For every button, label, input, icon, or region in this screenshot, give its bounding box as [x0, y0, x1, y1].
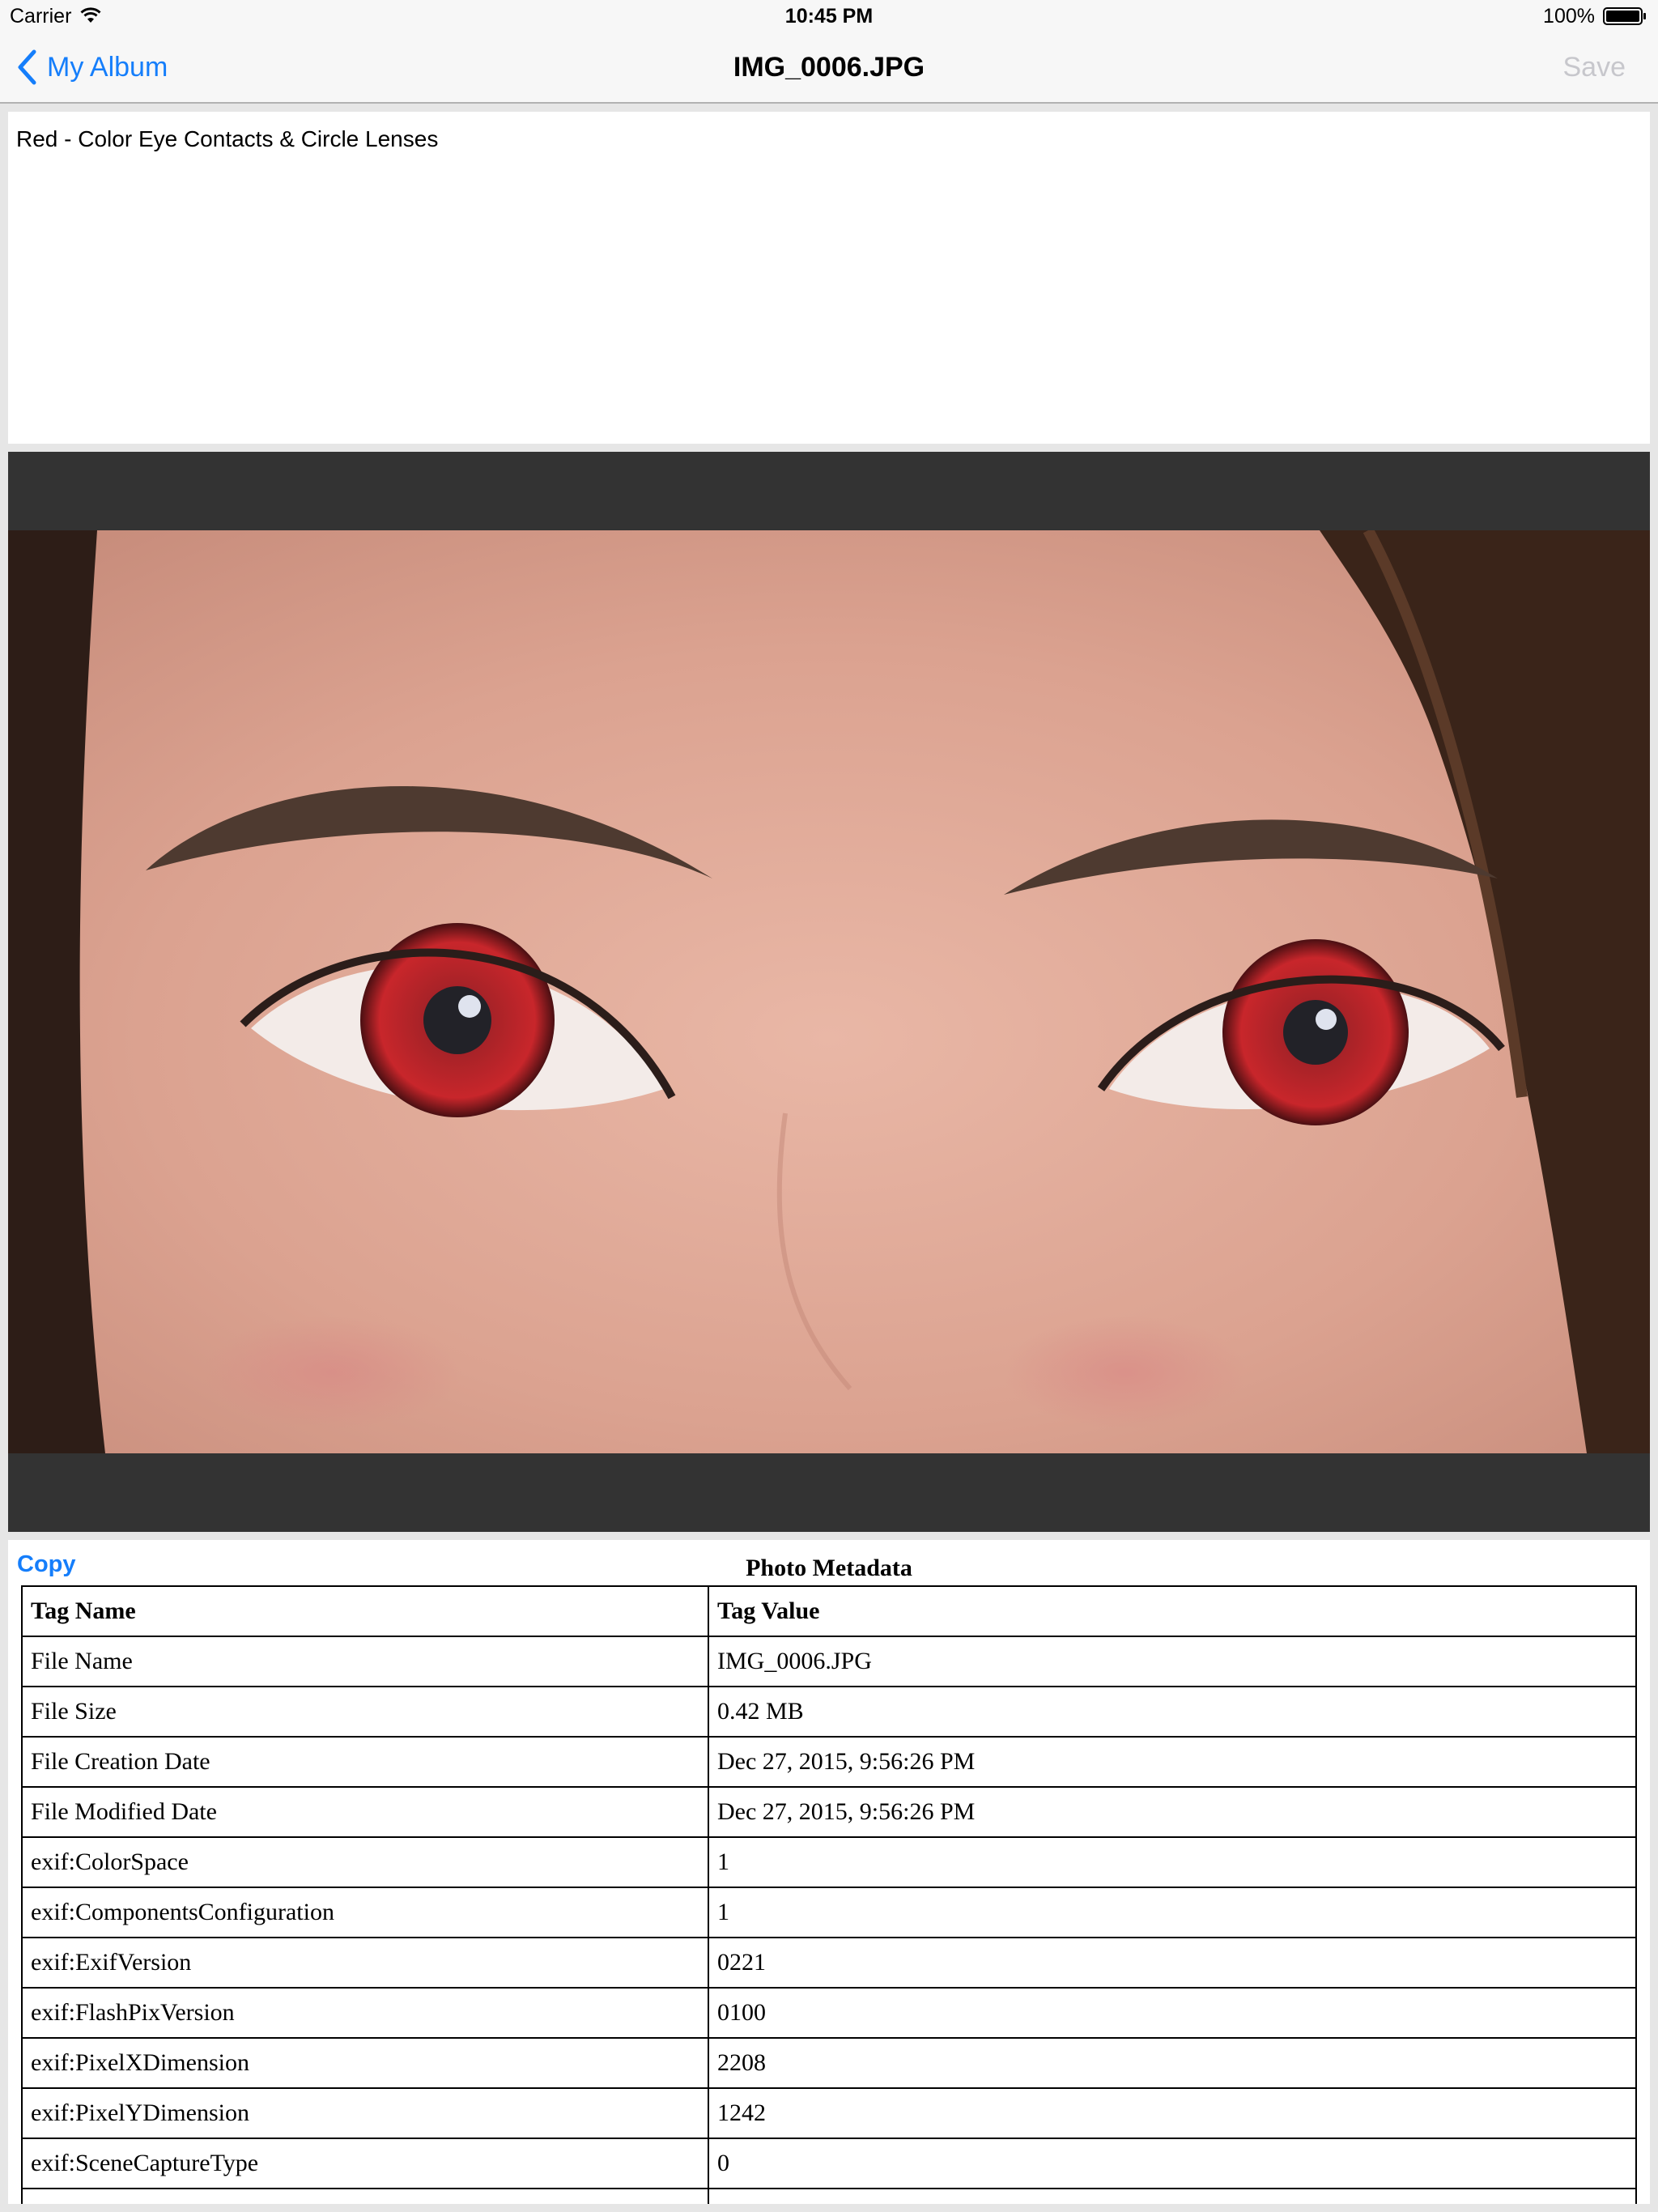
table-row: exif:FlashPixVersion 0100 — [21, 1987, 1637, 2039]
table-header-row: Tag Name Tag Value — [21, 1585, 1637, 1637]
tag-name-cell: exif:FlashPixVersion — [21, 1987, 709, 2039]
tag-value-cell: IMG_0006.JPG — [708, 1636, 1637, 1687]
battery-percent: 100% — [1543, 5, 1595, 28]
table-row: File Modified Date Dec 27, 2015, 9:56:26 … — [21, 1786, 1637, 1838]
tag-value-cell: Dec 27, 2015, 9:56:26 PM — [708, 1786, 1637, 1838]
navigation-bar: My Album IMG_0006.JPG Save — [0, 32, 1658, 104]
table-row: exif:PixelYDimension 1242 — [21, 2087, 1637, 2139]
photo-illustration — [8, 530, 1650, 1453]
tag-value-cell: 1 — [708, 1887, 1637, 1938]
tag-value-cell: 1242 — [708, 2087, 1637, 2139]
clock: 10:45 PM — [784, 5, 874, 28]
table-row: exif:ExifVersion 0221 — [21, 1937, 1637, 1989]
tag-name-cell — [21, 2188, 709, 2204]
photo-viewer[interactable] — [8, 452, 1650, 1532]
tag-name-cell: exif:SceneCaptureType — [21, 2138, 709, 2189]
photo-image — [8, 530, 1650, 1453]
tag-value-cell: 2208 — [708, 2037, 1637, 2089]
table-row: exif:SceneCaptureType 0 — [21, 2138, 1637, 2189]
tag-name-cell: File Name — [21, 1636, 709, 1687]
tag-name-cell: exif:ExifVersion — [21, 1937, 709, 1989]
tag-value-cell: 0 — [708, 2138, 1637, 2189]
tag-value-cell: 0221 — [708, 1937, 1637, 1989]
description-text-area[interactable]: Red - Color Eye Contacts & Circle Lenses — [8, 112, 1650, 444]
column-header-tag-name: Tag Name — [21, 1585, 709, 1637]
page-title: IMG_0006.JPG — [733, 52, 925, 83]
tag-name-cell: exif:PixelXDimension — [21, 2037, 709, 2089]
status-bar: Carrier 10:45 PM 100% — [0, 0, 1658, 32]
column-header-tag-value: Tag Value — [708, 1585, 1637, 1637]
table-row: exif:PixelXDimension 2208 — [21, 2037, 1637, 2089]
tag-name-cell: File Size — [21, 1686, 709, 1738]
tag-value-cell: 0.42 MB — [708, 1686, 1637, 1738]
tag-name-cell: File Modified Date — [21, 1786, 709, 1838]
tag-name-cell: exif:ColorSpace — [21, 1836, 709, 1888]
metadata-title: Photo Metadata — [746, 1555, 912, 1581]
description-text: Red - Color Eye Contacts & Circle Lenses — [16, 126, 439, 151]
tag-name-cell: exif:PixelYDimension — [21, 2087, 709, 2139]
tag-value-cell: 1 — [708, 1836, 1637, 1888]
tag-name-cell: exif:ComponentsConfiguration — [21, 1887, 709, 1938]
table-row: File Name IMG_0006.JPG — [21, 1636, 1637, 1687]
table-row: exif:ColorSpace 1 — [21, 1836, 1637, 1888]
battery-icon — [1603, 7, 1646, 25]
table-row: exif:ComponentsConfiguration 1 — [21, 1887, 1637, 1938]
table-row: File Size 0.42 MB — [21, 1686, 1637, 1738]
tag-name-cell: File Creation Date — [21, 1736, 709, 1788]
tag-value-cell: Dec 27, 2015, 9:56:26 PM — [708, 1736, 1637, 1788]
save-button[interactable]: Save — [1563, 52, 1626, 83]
table-row — [21, 2188, 1637, 2204]
tag-value-cell — [708, 2188, 1637, 2204]
metadata-table: Tag Name Tag Value File Name IMG_0006.JPG… — [21, 1585, 1637, 2204]
tag-value-cell: 0100 — [708, 1987, 1637, 2039]
metadata-panel: Copy Photo Metadata Tag Name Tag Value F… — [8, 1540, 1650, 2204]
table-row: File Creation Date Dec 27, 2015, 9:56:26 … — [21, 1736, 1637, 1788]
